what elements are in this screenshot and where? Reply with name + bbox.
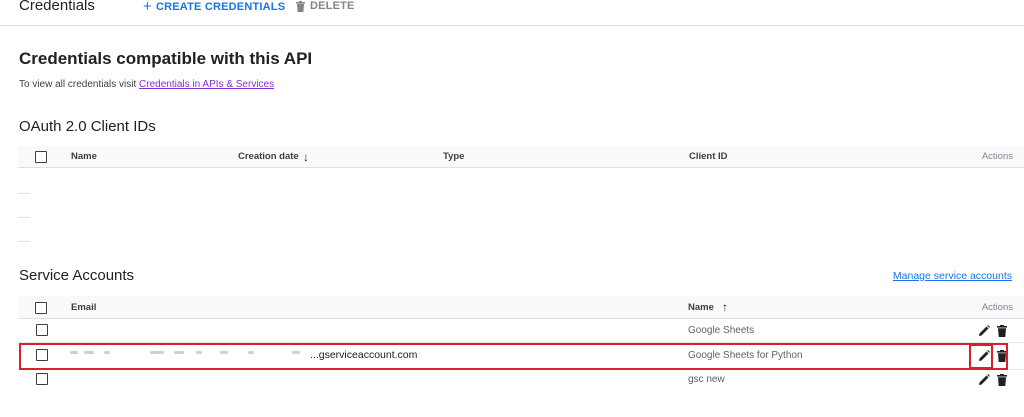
trash-icon[interactable] xyxy=(995,324,1009,338)
create-credentials-label: CREATE CREDENTIALS xyxy=(155,1,286,13)
delete-label: DELETE xyxy=(310,0,355,12)
row-checkbox[interactable] xyxy=(36,373,48,385)
intro-text: To view all credentials visit Credential… xyxy=(19,79,274,90)
arrow-up-icon[interactable]: ↑ xyxy=(722,300,728,314)
arrow-down-icon[interactable]: ↓ xyxy=(303,150,309,164)
manage-service-accounts-link[interactable]: Manage service accounts xyxy=(893,270,1012,282)
empty-row-divider xyxy=(18,217,30,218)
table-row: gsc new xyxy=(18,370,1024,394)
top-toolbar: Credentials + CREATE CREDENTIALS DELETE xyxy=(0,0,1024,26)
col-type[interactable]: Type xyxy=(443,151,464,162)
credentials-link[interactable]: Credentials in APIs & Services xyxy=(139,79,274,90)
trash-icon[interactable] xyxy=(995,373,1009,387)
col-creation-date[interactable]: Creation date xyxy=(238,151,299,162)
edit-highlight-annotation xyxy=(969,344,993,369)
col-actions: Actions xyxy=(981,302,1013,313)
highlight-annotation xyxy=(19,343,1008,370)
create-credentials-button[interactable]: + CREATE CREDENTIALS xyxy=(143,0,285,14)
col-email[interactable]: Email xyxy=(71,302,96,313)
oauth-table-header: Name Creation date ↓ Type Client ID Acti… xyxy=(18,146,1024,168)
col-actions: Actions xyxy=(981,151,1013,162)
service-account-name: gsc new xyxy=(688,374,725,385)
service-account-name: Google Sheets xyxy=(688,325,755,336)
table-row: Google Sheets xyxy=(18,319,1024,343)
empty-row-divider xyxy=(18,193,30,194)
service-accounts-heading: Service Accounts xyxy=(19,267,135,284)
col-client-id[interactable]: Client ID xyxy=(689,151,728,162)
intro-prefix: To view all credentials visit xyxy=(19,79,140,90)
select-all-checkbox[interactable] xyxy=(35,302,47,314)
empty-row-divider xyxy=(18,241,30,242)
oauth-heading: OAuth 2.0 Client IDs xyxy=(19,118,156,135)
trash-icon xyxy=(296,0,305,12)
service-accounts-table-header: Email Name ↑ Actions xyxy=(18,296,1024,319)
col-name[interactable]: Name xyxy=(71,151,97,162)
edit-icon[interactable] xyxy=(977,324,991,338)
section-heading: Credentials compatible with this API xyxy=(19,49,313,68)
delete-button[interactable]: DELETE xyxy=(296,0,355,12)
plus-icon: + xyxy=(143,0,152,15)
select-all-checkbox[interactable] xyxy=(35,151,47,163)
page-title: Credentials xyxy=(19,0,95,14)
row-checkbox[interactable] xyxy=(36,324,48,336)
edit-icon[interactable] xyxy=(977,373,991,387)
col-name[interactable]: Name xyxy=(688,302,714,313)
